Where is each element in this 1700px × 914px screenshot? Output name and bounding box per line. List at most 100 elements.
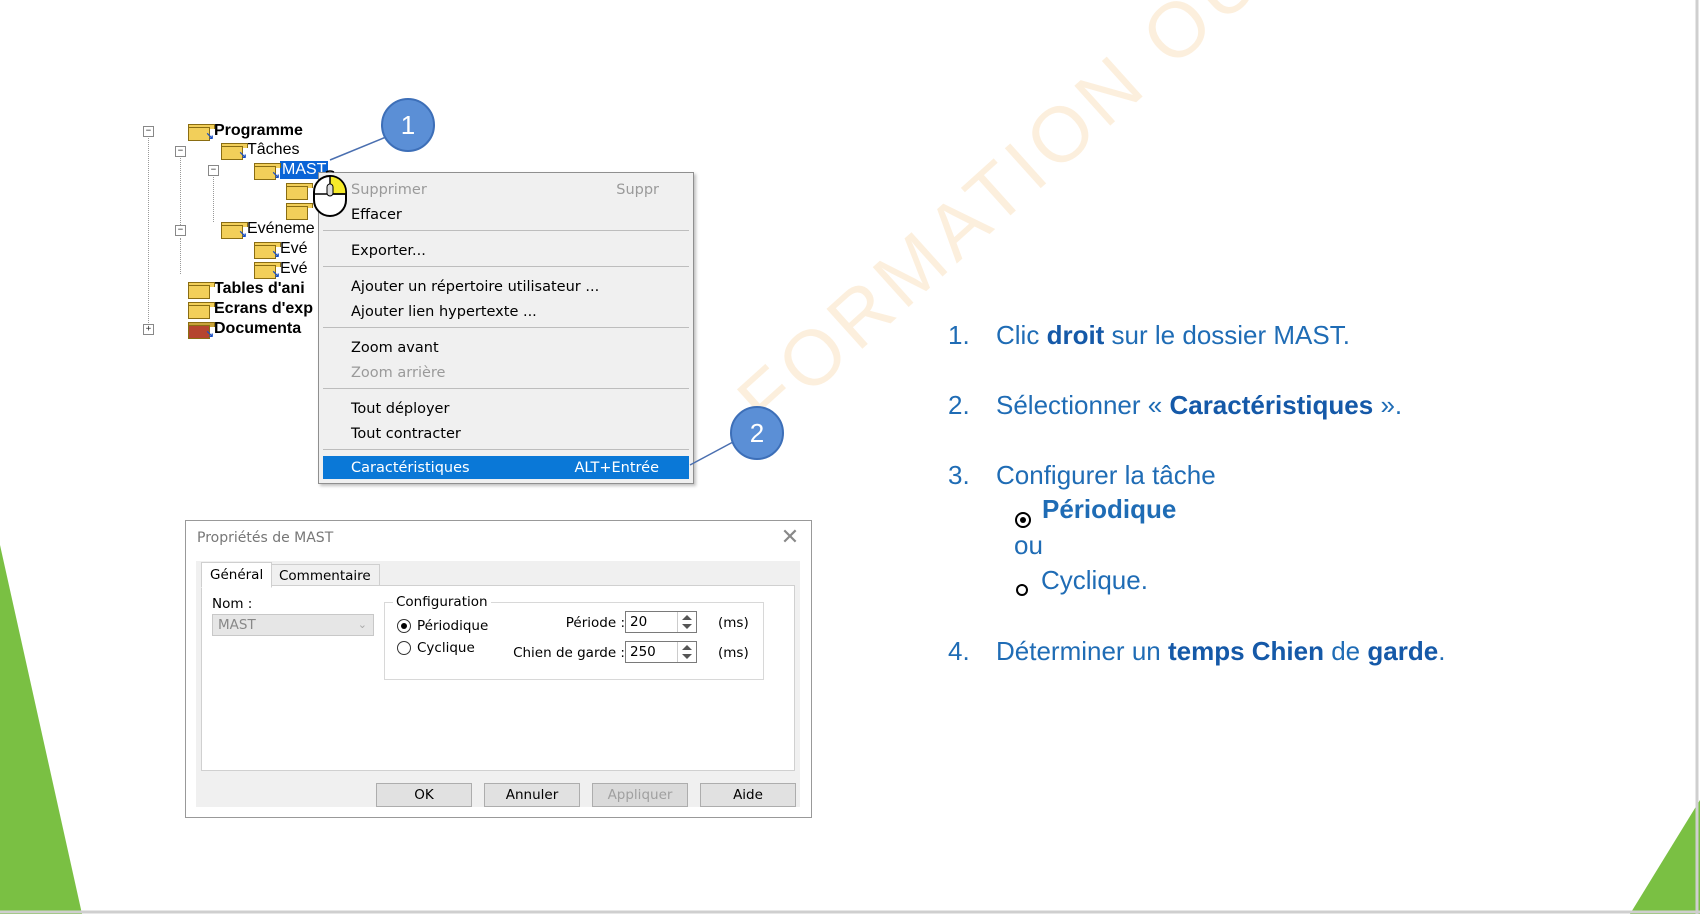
tree-item-event[interactable]: ↘ Evé bbox=[254, 260, 308, 280]
option-or: ou bbox=[1014, 530, 1043, 560]
option-periodique: Périodique bbox=[1042, 494, 1177, 524]
folder-icon bbox=[188, 281, 215, 299]
menu-item-zoom-arriere[interactable]: Zoom arrière bbox=[323, 361, 689, 384]
menu-item-ajouter-lien[interactable]: Ajouter lien hypertexte ... bbox=[323, 300, 689, 323]
folder-icon: ↘ bbox=[254, 162, 281, 181]
help-button[interactable]: Aide bbox=[700, 783, 796, 807]
menu-item-effacer[interactable]: Effacer bbox=[323, 203, 689, 226]
period-stepper[interactable]: 20 bbox=[625, 611, 697, 633]
period-value: 20 bbox=[630, 614, 648, 630]
apply-button[interactable]: Appliquer bbox=[592, 783, 688, 807]
radio-periodique[interactable] bbox=[397, 619, 411, 633]
step-text: Configurer la tâche bbox=[996, 460, 1216, 490]
collapse-icon[interactable]: − bbox=[175, 146, 186, 157]
tree-item-programme[interactable]: ↘ Programme bbox=[188, 122, 303, 142]
step-text: Clic droit sur le dossier MAST. bbox=[996, 320, 1350, 350]
watermark: FORMATION OUEST bbox=[720, 0, 1406, 447]
green-accent-right bbox=[1630, 800, 1700, 914]
menu-item-tout-deployer[interactable]: Tout déployer bbox=[323, 397, 689, 420]
radio-periodique-label: Périodique bbox=[417, 618, 489, 634]
tree-item-section[interactable] bbox=[286, 201, 313, 220]
ok-button[interactable]: OK bbox=[376, 783, 472, 807]
collapse-icon[interactable]: − bbox=[208, 165, 219, 176]
folder-icon bbox=[286, 202, 313, 220]
tree-item-taches[interactable]: ↘ Tâches bbox=[221, 141, 300, 161]
menu-item-label: Tout déployer bbox=[351, 400, 450, 417]
radio-cyclique-label: Cyclique bbox=[417, 640, 475, 656]
step-number: 1. bbox=[948, 320, 970, 350]
tree-item-label: Tâches bbox=[247, 141, 300, 158]
watchdog-stepper[interactable]: 250 bbox=[625, 641, 697, 663]
tree-line bbox=[180, 238, 181, 274]
step-bold: Caractéristiques bbox=[1169, 390, 1374, 420]
menu-item-caracteristiques[interactable]: Caractéristiques ALT+Entrée bbox=[323, 456, 689, 479]
callout-1: 1 bbox=[381, 98, 435, 152]
tree-item-label: Evé bbox=[280, 260, 308, 277]
menu-item-zoom-avant[interactable]: Zoom avant bbox=[323, 336, 689, 359]
watchdog-label: Chien de garde : bbox=[513, 645, 625, 661]
watchdog-value: 250 bbox=[630, 644, 656, 660]
name-combo[interactable]: MAST ⌄ bbox=[212, 614, 374, 636]
tree-item-label: Tables d'ani bbox=[214, 280, 305, 297]
menu-item-exporter[interactable]: Exporter... bbox=[323, 239, 689, 262]
menu-item-label: Exporter... bbox=[351, 242, 426, 259]
tree-item-label: Evéneme bbox=[247, 220, 315, 237]
name-label: Nom : bbox=[212, 596, 253, 612]
callout-2: 2 bbox=[730, 406, 784, 460]
menu-item-label: Ajouter un répertoire utilisateur ... bbox=[351, 278, 600, 295]
close-icon[interactable]: ✕ bbox=[779, 525, 801, 550]
radio-filled-icon bbox=[1015, 512, 1031, 528]
folder-icon: ↘ bbox=[254, 261, 281, 280]
menu-separator bbox=[323, 388, 689, 389]
step-bold: garde bbox=[1367, 636, 1439, 666]
menu-separator bbox=[323, 230, 689, 231]
tree-item-tables[interactable]: Tables d'ani bbox=[188, 280, 305, 299]
configuration-legend: Configuration bbox=[393, 594, 491, 610]
step-bold: temps Chien bbox=[1167, 636, 1324, 666]
period-unit: (ms) bbox=[718, 615, 749, 631]
radio-empty-icon bbox=[1016, 584, 1028, 596]
chevron-down-icon: ⌄ bbox=[357, 618, 367, 631]
menu-item-label: Effacer bbox=[351, 206, 402, 223]
folder-icon bbox=[286, 182, 313, 200]
stepper-arrows-icon[interactable] bbox=[677, 612, 696, 632]
cancel-button[interactable]: Annuler bbox=[484, 783, 580, 807]
option-cyclique: Cyclique. bbox=[1041, 565, 1148, 595]
collapse-icon[interactable]: − bbox=[143, 126, 154, 137]
mouse-right-click-icon bbox=[313, 170, 347, 217]
menu-item-shortcut: ALT+Entrée bbox=[574, 459, 659, 476]
radio-cyclique[interactable] bbox=[397, 641, 411, 655]
watchdog-unit: (ms) bbox=[718, 645, 749, 661]
menu-item-label: Ajouter lien hypertexte ... bbox=[351, 303, 537, 320]
tree-item-ecrans[interactable]: Ecrans d'exp bbox=[188, 300, 313, 319]
folder-icon: ↘ bbox=[188, 123, 215, 142]
folder-icon: ↘ bbox=[221, 142, 248, 161]
configuration-group: Configuration Périodique Cyclique Périod… bbox=[384, 594, 764, 680]
tree-item-section[interactable] bbox=[286, 181, 313, 200]
menu-item-label: Zoom avant bbox=[351, 339, 439, 356]
tab-general[interactable]: Général bbox=[201, 562, 273, 588]
tree-item-label: Evé bbox=[280, 240, 308, 257]
menu-item-ajouter-repertoire[interactable]: Ajouter un répertoire utilisateur ... bbox=[323, 275, 689, 298]
folder-icon: ↘ bbox=[221, 221, 248, 240]
expand-icon[interactable]: + bbox=[143, 324, 154, 335]
menu-item-supprimer[interactable]: Supprimer Suppr bbox=[323, 178, 689, 201]
menu-item-tout-contracter[interactable]: Tout contracter bbox=[323, 422, 689, 445]
menu-separator bbox=[323, 266, 689, 267]
tree-line bbox=[180, 151, 181, 231]
context-menu: Supprimer Suppr Effacer Exporter... Ajou… bbox=[318, 172, 694, 484]
tree-item-evenements[interactable]: ↘ Evéneme bbox=[221, 220, 315, 240]
step-number: 3. bbox=[948, 460, 970, 490]
menu-item-label: Tout contracter bbox=[351, 425, 461, 442]
tree-item-documentation[interactable]: ↘ Documenta bbox=[188, 320, 301, 340]
step-number: 4. bbox=[948, 636, 970, 666]
menu-separator bbox=[323, 449, 689, 450]
stepper-arrows-icon[interactable] bbox=[677, 642, 696, 662]
menu-separator bbox=[323, 327, 689, 328]
collapse-icon[interactable]: − bbox=[175, 225, 186, 236]
tree-item-event[interactable]: ↘ Evé bbox=[254, 240, 308, 260]
step-text: Déterminer un temps Chien de garde. bbox=[996, 636, 1446, 666]
documentation-icon: ↘ bbox=[188, 321, 215, 340]
menu-item-label: Zoom arrière bbox=[351, 364, 446, 381]
tree-line bbox=[213, 170, 214, 222]
